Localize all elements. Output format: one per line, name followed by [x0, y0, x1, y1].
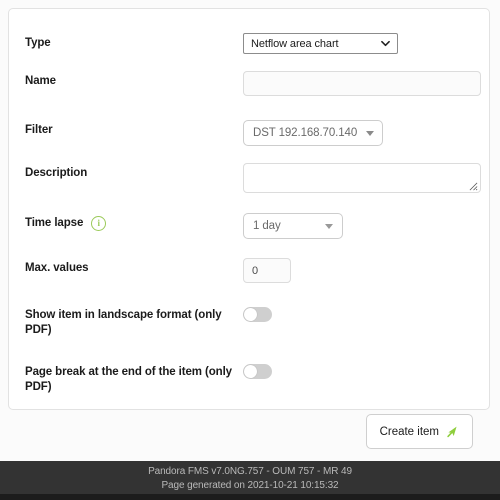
label-page-break: Page break at the end of the item (only … [25, 366, 232, 393]
form-row-name: Name [25, 71, 483, 96]
caret-down-icon [325, 224, 333, 229]
chevron-down-icon [381, 40, 390, 46]
label-time-lapse-text: Time lapse [25, 217, 84, 229]
form-row-type: Type Netflow area chart [25, 33, 483, 54]
time-lapse-select[interactable]: 1 day [243, 213, 343, 239]
info-icon[interactable]: i [91, 216, 107, 231]
control-landscape [243, 305, 483, 322]
caret-down-icon [366, 131, 374, 136]
label-max-values: Max. values [25, 262, 89, 274]
label-landscape: Show item in landscape format (only PDF) [25, 309, 222, 336]
control-time-lapse: 1 day [243, 213, 483, 239]
item-editor-card: Type Netflow area chart Name Filter DST … [8, 8, 490, 410]
label-type: Type [25, 37, 51, 49]
description-textarea[interactable] [243, 163, 481, 193]
name-input[interactable] [243, 71, 481, 96]
form-row-landscape: Show item in landscape format (only PDF) [25, 305, 483, 338]
label-description: Description [25, 167, 88, 179]
label-name: Name [25, 75, 56, 87]
resize-grip-icon[interactable] [469, 182, 478, 191]
control-description [243, 163, 483, 193]
max-values-input[interactable]: 0 [243, 258, 291, 283]
create-item-button-label: Create item [379, 425, 439, 438]
control-filter: DST 192.168.70.140 [243, 120, 483, 146]
control-max-values: 0 [243, 258, 483, 283]
form-row-time-lapse: Time lapse i 1 day [25, 213, 483, 239]
item-editor-form: Type Netflow area chart Name Filter DST … [9, 9, 489, 409]
filter-select-value: DST 192.168.70.140 [253, 127, 358, 139]
form-row-page-break: Page break at the end of the item (only … [25, 362, 483, 395]
toggle-knob [244, 365, 257, 378]
form-row-description: Description [25, 163, 483, 193]
footer-version: Pandora FMS v7.0NG.757 - OUM 757 - MR 49 [148, 466, 352, 477]
time-lapse-select-value: 1 day [253, 220, 281, 232]
type-select-value: Netflow area chart [251, 37, 339, 50]
type-select[interactable]: Netflow area chart [243, 33, 398, 54]
label-time-lapse: Time lapse i [25, 213, 243, 231]
form-row-max-values: Max. values 0 [25, 258, 483, 283]
label-filter: Filter [25, 124, 53, 136]
create-item-button[interactable]: Create item [365, 414, 473, 449]
form-actions: Create item [0, 414, 500, 449]
landscape-toggle[interactable] [243, 307, 272, 322]
control-name [243, 71, 483, 96]
green-arrow-icon [447, 426, 457, 438]
filter-select[interactable]: DST 192.168.70.140 [243, 120, 383, 146]
footer-bottom-strip [0, 494, 500, 500]
page-break-toggle[interactable] [243, 364, 272, 379]
page-footer: Pandora FMS v7.0NG.757 - OUM 757 - MR 49… [0, 461, 500, 494]
toggle-knob [244, 308, 257, 321]
control-page-break [243, 362, 483, 379]
control-type: Netflow area chart [243, 33, 483, 54]
form-row-filter: Filter DST 192.168.70.140 [25, 120, 483, 146]
footer-generated: Page generated on 2021-10-21 10:15:32 [161, 480, 339, 491]
